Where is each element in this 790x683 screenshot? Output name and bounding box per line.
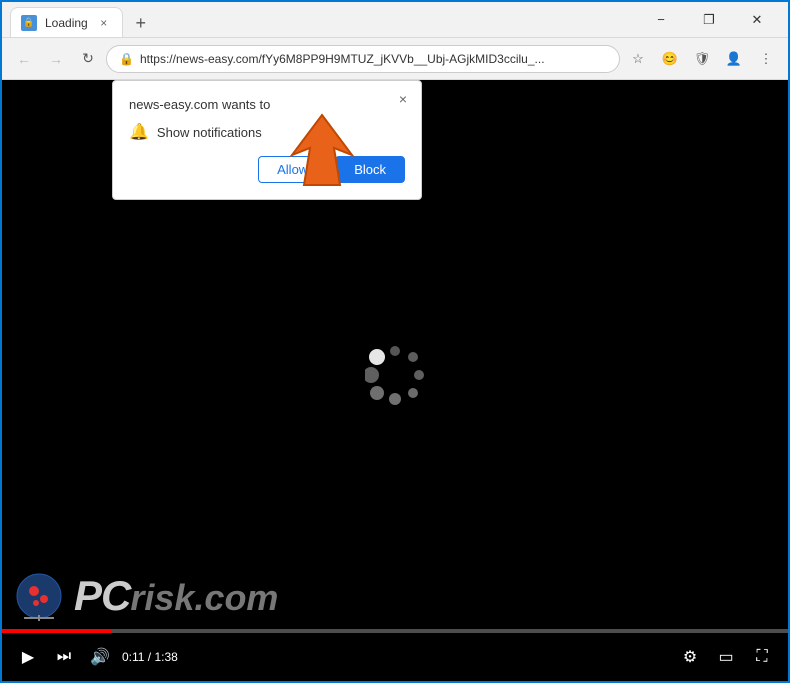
browser-window: 🔒 Loading × + − ❐ ✕ ← → ↻ 🔒 https://news… bbox=[0, 0, 790, 683]
window-controls: − ❐ ✕ bbox=[638, 2, 780, 38]
reload-button[interactable]: ↻ bbox=[74, 45, 102, 73]
next-button[interactable]: ⏭ bbox=[50, 643, 78, 671]
video-controls: ▶ ⏭ 🔊 0:11 / 1:38 ⚙ ▭ ⛶ bbox=[2, 633, 788, 681]
volume-button[interactable]: 🔊 bbox=[86, 643, 114, 671]
user-button[interactable]: 👤 bbox=[720, 45, 748, 73]
settings-button[interactable]: ⚙ bbox=[676, 643, 704, 671]
popup-close-button[interactable]: × bbox=[393, 89, 413, 109]
pcrisk-risk-text: risk.com bbox=[130, 577, 278, 618]
menu-button[interactable]: ⋮ bbox=[752, 45, 780, 73]
lock-icon: 🔒 bbox=[119, 52, 134, 66]
title-bar: 🔒 Loading × + − ❐ ✕ bbox=[2, 2, 788, 38]
fullscreen-button[interactable]: ⛶ bbox=[748, 643, 776, 671]
bell-icon: 🔔 bbox=[129, 122, 149, 142]
bookmark-button[interactable]: ☆ bbox=[624, 45, 652, 73]
back-button[interactable]: ← bbox=[10, 45, 38, 73]
address-icons: ☆ 😊 🛡 👤 ⋮ bbox=[624, 45, 780, 73]
pcrisk-text: PCrisk.com bbox=[74, 572, 278, 620]
pcrisk-watermark: PCrisk.com bbox=[14, 571, 278, 621]
address-bar: ← → ↻ 🔒 https://news-easy.com/fYy6M8PP9H… bbox=[2, 38, 788, 80]
forward-button[interactable]: → bbox=[42, 45, 70, 73]
theater-button[interactable]: ▭ bbox=[712, 643, 740, 671]
popup-buttons: Allow Block bbox=[129, 156, 405, 183]
url-text: https://news-easy.com/fYy6M8PP9H9MTUZ_jK… bbox=[140, 52, 607, 66]
loading-spinner bbox=[365, 345, 425, 405]
close-button[interactable]: ✕ bbox=[734, 2, 780, 38]
popup-title: news-easy.com wants to bbox=[129, 97, 405, 112]
tab-close-button[interactable]: × bbox=[96, 15, 112, 31]
main-content: × news-easy.com wants to 🔔 Show notifica… bbox=[2, 80, 788, 681]
tab-favicon: 🔒 bbox=[21, 15, 37, 31]
play-button[interactable]: ▶ bbox=[14, 643, 42, 671]
notification-popup: × news-easy.com wants to 🔔 Show notifica… bbox=[112, 80, 422, 200]
new-tab-button[interactable]: + bbox=[127, 9, 155, 37]
popup-row: 🔔 Show notifications bbox=[129, 122, 405, 142]
active-tab[interactable]: 🔒 Loading × bbox=[10, 7, 123, 37]
pcrisk-pc-text: PC bbox=[74, 572, 130, 619]
address-input[interactable]: 🔒 https://news-easy.com/fYy6M8PP9H9MTUZ_… bbox=[106, 45, 620, 73]
shield-icon[interactable]: 🛡 bbox=[688, 45, 716, 73]
tab-title: Loading bbox=[45, 16, 88, 30]
time-display: 0:11 / 1:38 bbox=[122, 650, 178, 664]
profile-icon[interactable]: 😊 bbox=[656, 45, 684, 73]
popup-description: Show notifications bbox=[157, 125, 262, 140]
minimize-button[interactable]: − bbox=[638, 2, 684, 38]
restore-button[interactable]: ❐ bbox=[686, 2, 732, 38]
tab-area: 🔒 Loading × + bbox=[10, 2, 638, 37]
